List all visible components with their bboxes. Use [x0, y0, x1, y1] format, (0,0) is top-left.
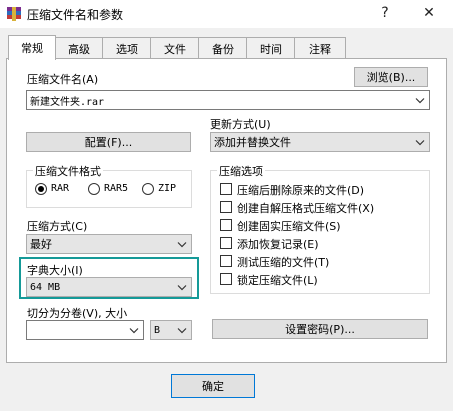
tab-options[interactable]: 选项 — [102, 37, 152, 59]
lock-archive-checkbox[interactable] — [220, 273, 232, 285]
test-files-label[interactable]: 测试压缩的文件(T) — [237, 254, 329, 270]
close-icon: ✕ — [423, 5, 435, 21]
close-button[interactable]: ✕ — [414, 2, 444, 24]
lock-archive-label[interactable]: 锁定压缩文件(L) — [237, 272, 318, 288]
compression-method-select[interactable]: 最好 — [26, 234, 192, 254]
archive-name-label: 压缩文件名(A) — [27, 73, 99, 86]
format-zip-label[interactable]: ZIP — [158, 183, 176, 194]
dictionary-size-value: 64 MB — [30, 281, 61, 293]
create-solid-label[interactable]: 创建固实压缩文件(S) — [237, 218, 341, 234]
create-solid-checkbox[interactable] — [220, 219, 232, 231]
chevron-down-icon — [415, 136, 425, 149]
tab-general[interactable]: 常规 — [8, 35, 56, 60]
add-recovery-checkbox[interactable] — [220, 237, 232, 249]
help-button[interactable]: ? — [370, 2, 400, 24]
tab-files[interactable]: 文件 — [150, 37, 200, 59]
chevron-down-icon — [177, 238, 187, 251]
format-rar-label[interactable]: RAR — [51, 183, 69, 194]
tab-backup[interactable]: 备份 — [198, 37, 248, 59]
dictionary-size-select[interactable]: 64 MB — [26, 277, 192, 297]
archive-format-title: 压缩文件格式 — [33, 163, 103, 179]
archive-name-field[interactable]: 新建文件夹.rar — [26, 90, 430, 110]
delete-after-checkbox[interactable] — [220, 183, 232, 195]
dictionary-size-label: 字典大小(I) — [27, 264, 83, 277]
split-volumes-label: 切分为分卷(V), 大小 — [27, 307, 128, 320]
add-recovery-label[interactable]: 添加恢复记录(E) — [237, 236, 319, 252]
format-rar5-label[interactable]: RAR5 — [104, 183, 128, 194]
browse-button[interactable]: 浏览(B)... — [354, 67, 428, 87]
create-sfx-checkbox[interactable] — [220, 201, 232, 213]
chevron-down-icon — [129, 324, 139, 337]
profiles-button[interactable]: 配置(F)... — [26, 132, 191, 152]
tab-time[interactable]: 时间 — [246, 37, 296, 59]
compression-method-value: 最好 — [30, 238, 52, 251]
chevron-down-icon — [177, 281, 187, 294]
set-password-button[interactable]: 设置密码(P)... — [212, 319, 428, 339]
chevron-down-icon — [415, 94, 425, 107]
compression-method-label: 压缩方式(C) — [27, 220, 88, 233]
tab-comment[interactable]: 注释 — [294, 37, 346, 59]
format-rar5-radio[interactable] — [88, 183, 100, 195]
split-unit-select[interactable]: B — [150, 320, 192, 340]
create-sfx-label[interactable]: 创建自解压格式压缩文件(X) — [237, 200, 374, 216]
format-rar-radio[interactable] — [35, 183, 47, 195]
archive-name-value: 新建文件夹.rar — [30, 96, 105, 108]
chevron-down-icon — [177, 324, 187, 337]
winrar-app-icon — [6, 6, 22, 22]
test-files-checkbox[interactable] — [220, 255, 232, 267]
update-mode-label: 更新方式(U) — [210, 118, 271, 131]
update-mode-select[interactable]: 添加并替换文件 — [210, 132, 430, 152]
split-unit-value: B — [154, 324, 161, 336]
ok-button[interactable]: 确定 — [171, 374, 255, 398]
format-zip-radio[interactable] — [142, 183, 154, 195]
archive-options-title: 压缩选项 — [217, 163, 265, 179]
split-size-combo[interactable] — [26, 320, 144, 340]
update-mode-value: 添加并替换文件 — [214, 136, 291, 149]
tab-advanced[interactable]: 高级 — [54, 37, 104, 59]
window-title: 压缩文件名和参数 — [27, 8, 124, 22]
delete-after-label[interactable]: 压缩后删除原来的文件(D) — [237, 182, 364, 198]
